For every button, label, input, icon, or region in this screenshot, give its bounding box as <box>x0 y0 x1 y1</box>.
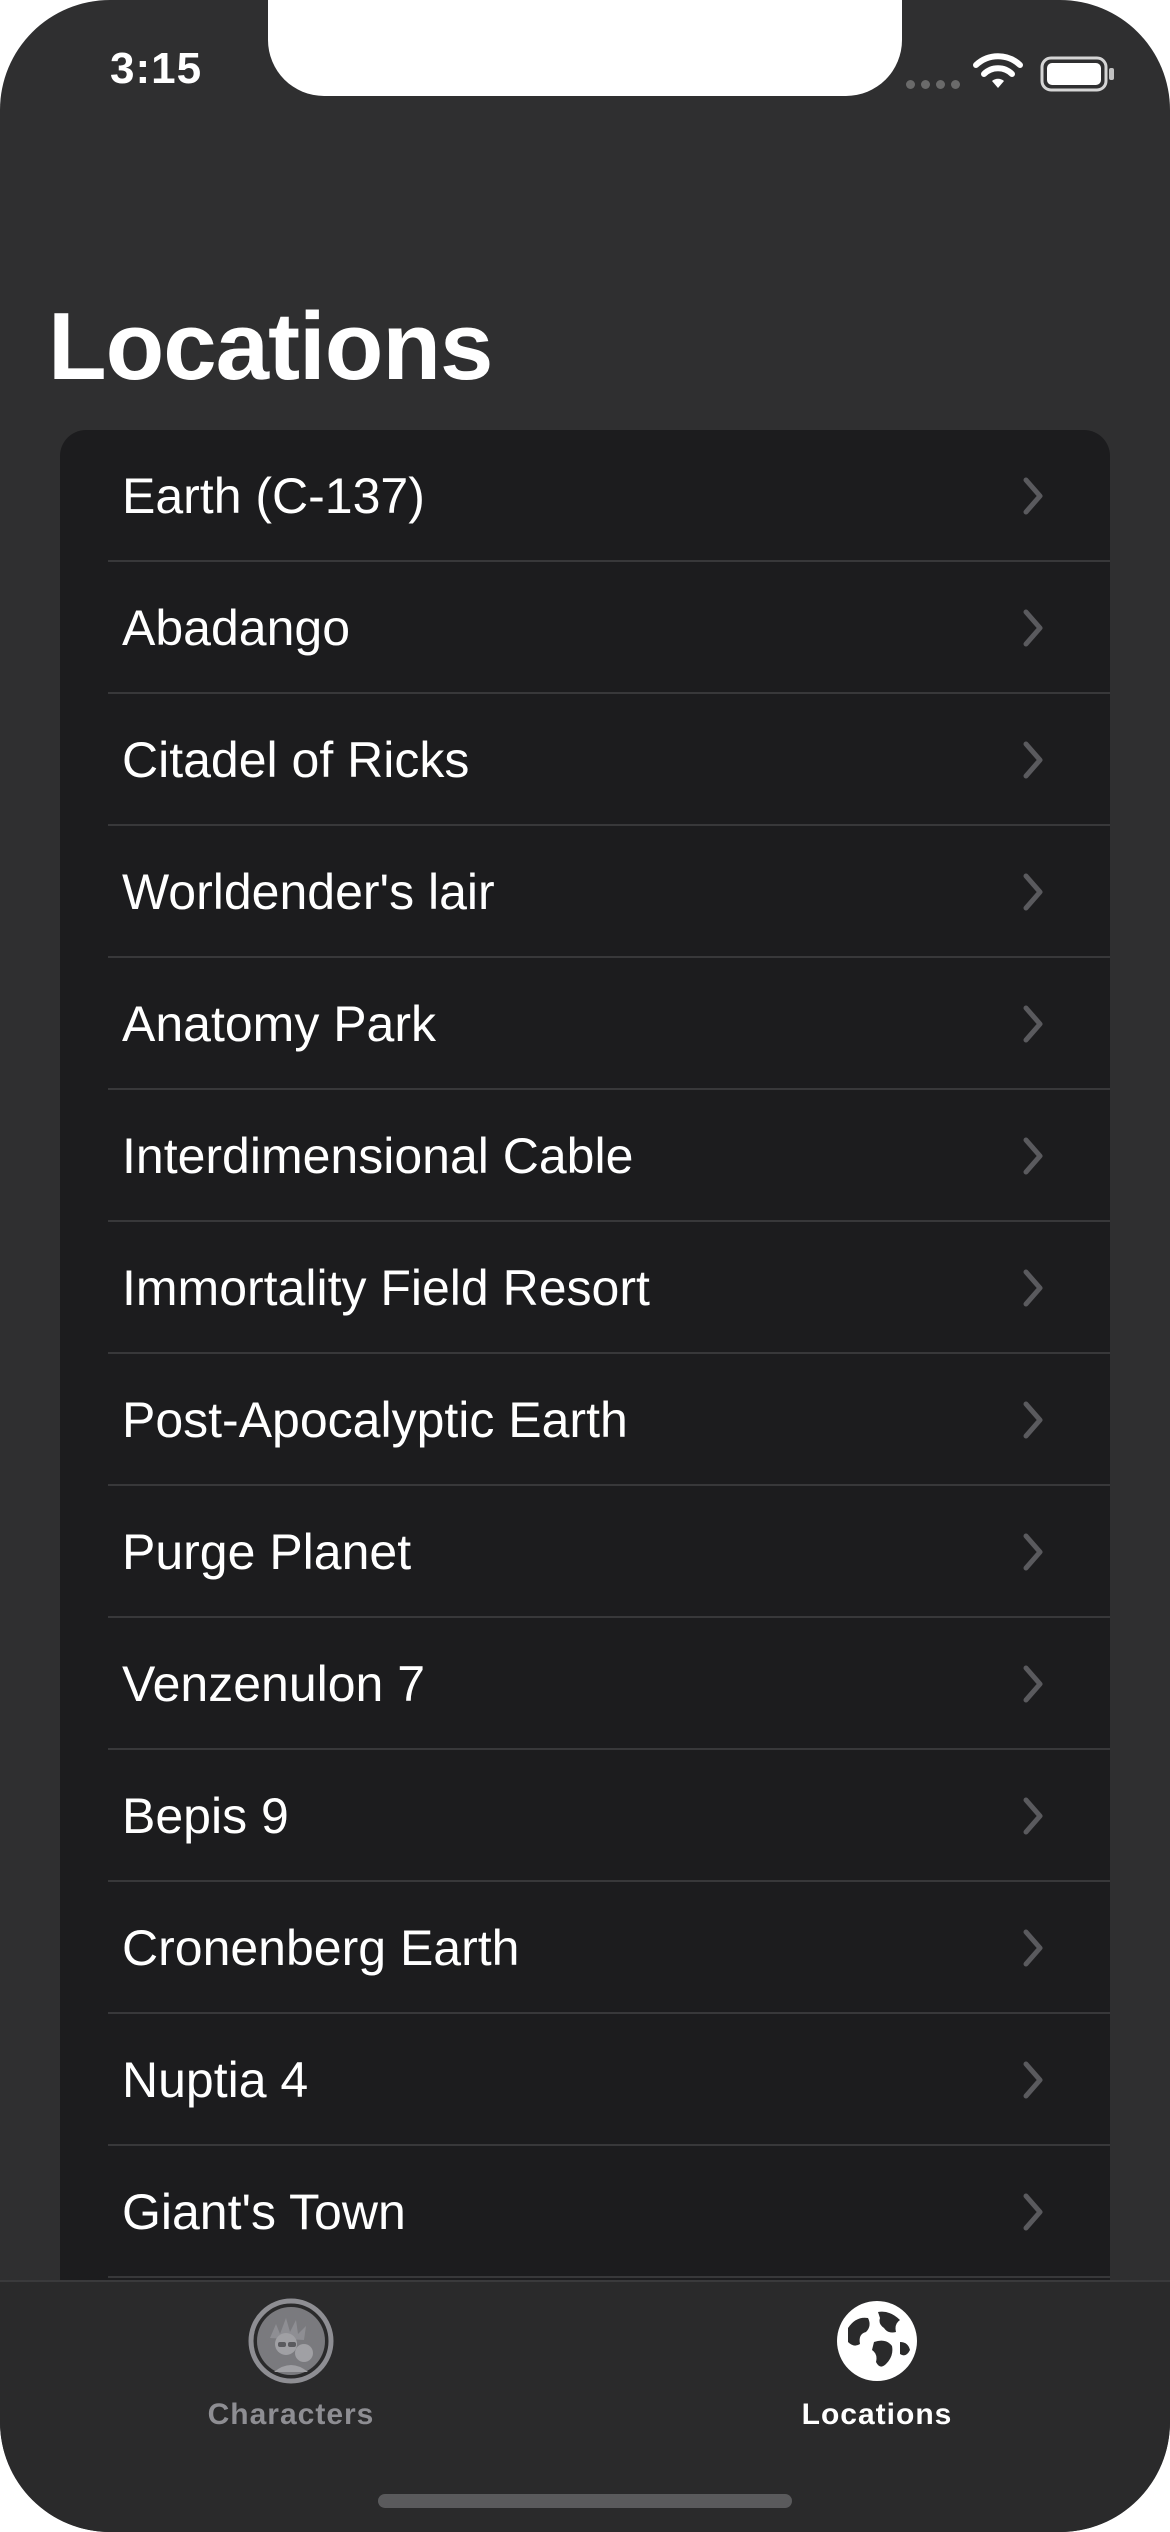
location-name: Worldender's lair <box>122 864 495 920</box>
tab-locations[interactable]: Locations <box>727 2298 1027 2448</box>
globe-icon <box>837 2301 917 2381</box>
location-name: Interdimensional Cable <box>122 1128 634 1184</box>
location-name: Immortality Field Resort <box>122 1260 650 1316</box>
home-indicator <box>378 2494 792 2508</box>
list-item[interactable]: Purge Planet <box>60 1486 1110 1618</box>
status-time: 3:15 <box>110 44 203 93</box>
chevron-right-icon <box>1023 1401 1043 1439</box>
location-name: Post-Apocalyptic Earth <box>122 1392 628 1448</box>
locations-list: Earth (C-137) Abadango Citadel of Ricks Wor… <box>60 430 1110 2280</box>
location-name: Abadango <box>122 600 351 656</box>
characters-icon <box>248 2298 334 2384</box>
list-item[interactable]: Bepis 9 <box>60 1750 1110 1882</box>
wifi-icon <box>973 53 1023 88</box>
chevron-right-icon <box>1023 741 1043 779</box>
chevron-right-icon <box>1023 1665 1043 1703</box>
chevron-right-icon <box>1023 1929 1043 1967</box>
location-name: Earth (C-137) <box>122 468 425 524</box>
device-notch <box>268 0 902 96</box>
location-name: Bepis 9 <box>122 1788 289 1844</box>
chevron-right-icon <box>1023 1269 1043 1307</box>
chevron-right-icon <box>1023 2193 1043 2231</box>
chevron-right-icon <box>1023 1797 1043 1835</box>
list-item[interactable]: Nuptia 4 <box>60 2014 1110 2146</box>
list-item[interactable]: Post-Apocalyptic Earth <box>60 1354 1110 1486</box>
location-name: Purge Planet <box>122 1524 412 1580</box>
chevron-right-icon <box>1023 1137 1043 1175</box>
list-item[interactable]: Citadel of Ricks <box>60 694 1110 826</box>
tab-characters[interactable]: Characters <box>141 2298 441 2448</box>
location-name: Cronenberg Earth <box>122 1920 520 1976</box>
chevron-right-icon <box>1023 873 1043 911</box>
list-item[interactable]: Interdimensional Cable <box>60 1090 1110 1222</box>
list-item[interactable]: Anatomy Park <box>60 958 1110 1090</box>
list-item[interactable]: Cronenberg Earth <box>60 1882 1110 2014</box>
page-title: Locations <box>48 293 493 400</box>
chevron-right-icon <box>1023 609 1043 647</box>
location-name: Giant's Town <box>122 2184 406 2240</box>
list-item[interactable]: Earth (C-137) <box>60 430 1110 562</box>
location-name: Anatomy Park <box>122 996 437 1052</box>
chevron-right-icon <box>1023 477 1043 515</box>
row-divider <box>108 2276 1110 2278</box>
app-screen: 3:15 Locations Earth (C-137) Abadango Cita… <box>0 0 1170 2532</box>
battery-icon <box>1040 56 1114 92</box>
chevron-right-icon <box>1023 1005 1043 1043</box>
location-name: Citadel of Ricks <box>122 732 470 788</box>
list-item[interactable]: Venzenulon 7 <box>60 1618 1110 1750</box>
list-item[interactable]: Immortality Field Resort <box>60 1222 1110 1354</box>
list-item[interactable]: Abadango <box>60 562 1110 694</box>
chevron-right-icon <box>1023 2061 1043 2099</box>
signal-icon <box>906 80 960 89</box>
tab-characters-label: Characters <box>207 2398 375 2431</box>
location-name: Nuptia 4 <box>122 2052 309 2108</box>
chevron-right-icon <box>1023 1533 1043 1571</box>
list-item[interactable]: Giant's Town <box>60 2146 1110 2278</box>
location-name: Venzenulon 7 <box>122 1656 426 1712</box>
tab-locations-label: Locations <box>801 2398 953 2431</box>
list-item[interactable]: Worldender's lair <box>60 826 1110 958</box>
